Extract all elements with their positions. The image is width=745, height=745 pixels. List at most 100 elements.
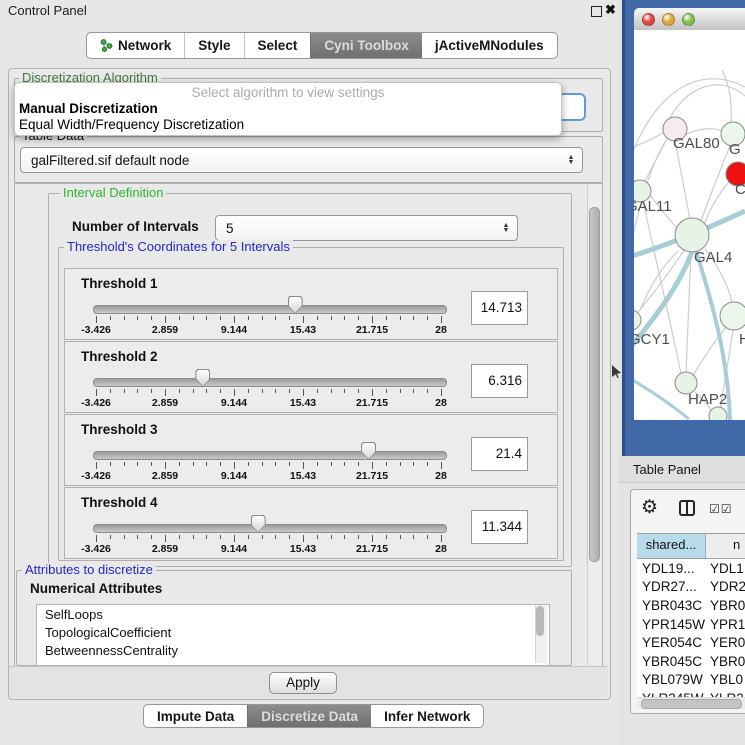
tab-label: Network (118, 38, 171, 53)
dropdown-option-manual-discretization[interactable]: Manual Discretization (15, 101, 561, 117)
table-row[interactable]: YBL079WYBL0 (637, 671, 745, 690)
table-row[interactable]: YDR27...YDR2 (637, 578, 745, 597)
tab-network[interactable]: Network (87, 33, 184, 58)
table-row[interactable]: YBR045CYBR0 (637, 652, 745, 671)
network-node-h[interactable] (720, 302, 745, 330)
stepper-arrows-icon[interactable]: ▲▼ (499, 223, 513, 233)
slider-tick (317, 316, 318, 320)
slider-tick (193, 316, 194, 320)
slider-tick (441, 535, 442, 542)
threshold-slider-track[interactable] (93, 524, 447, 533)
slider-tick (331, 462, 332, 466)
slider-tick (400, 316, 401, 320)
slider-tick (317, 535, 318, 539)
attribute-item-betweennesscentrality[interactable]: BetweennessCentrality (37, 641, 549, 659)
slider-tick (358, 389, 359, 393)
slider-tick-label: 9.144 (209, 397, 259, 409)
cell-name: YDR2 (706, 579, 745, 594)
table-row[interactable]: YER054CYER0 (637, 633, 745, 652)
tab-cyni-toolbox[interactable]: Cyni Toolbox (310, 33, 422, 58)
columns-icon[interactable] (679, 500, 695, 521)
threshold-slider-track[interactable] (93, 451, 447, 460)
checkboxes-icon[interactable]: ☑☑ (709, 502, 733, 516)
tab-select[interactable]: Select (244, 33, 311, 58)
mac-minimize-button[interactable] (662, 13, 675, 26)
numerical-attributes-heading: Numerical Attributes (30, 581, 162, 596)
stepper-arrows-icon[interactable]: ▲▼ (564, 155, 578, 165)
interval-definition-title: Interval Definition (60, 186, 166, 199)
mac-close-button[interactable] (642, 13, 655, 26)
table-header-name[interactable]: n (706, 534, 745, 558)
slider-tick (262, 389, 263, 393)
slider-tick-label: 28 (416, 397, 466, 409)
slider-tick (441, 389, 442, 396)
slider-tick (413, 462, 414, 466)
table-row[interactable]: YDL19...YDL1 (637, 559, 745, 578)
slider-tick (96, 316, 97, 323)
network-node-gal4[interactable] (675, 218, 709, 252)
table-header-row: shared... n (637, 533, 745, 559)
network-window-titlebar[interactable] (634, 8, 745, 31)
network-edge[interactable] (675, 141, 690, 219)
network-edge[interactable] (722, 70, 731, 123)
slider-tick (317, 389, 318, 393)
network-edge[interactable] (701, 146, 730, 221)
table-header-shared[interactable]: shared... (637, 534, 706, 558)
slider-tick (262, 462, 263, 466)
node-label-gal11: GAL11 (634, 198, 672, 215)
attributes-scrollbar-thumb[interactable] (536, 606, 544, 636)
bottom-tab-discretize-data[interactable]: Discretize Data (247, 705, 371, 727)
dropdown-option-equal-width-frequency[interactable]: Equal Width/Frequency Discretization (15, 117, 561, 133)
table-data-selected-value: galFiltered.sif default node (21, 153, 564, 168)
slider-tick (193, 389, 194, 393)
slider-tick (303, 316, 304, 323)
table-data-combobox[interactable]: galFiltered.sif default node ▲▼ (20, 147, 583, 173)
table-panel-title: Table Panel (633, 462, 701, 477)
network-edge[interactable] (669, 85, 745, 120)
threshold-value-field[interactable]: 6.316 (471, 364, 528, 398)
float-icon[interactable] (591, 6, 602, 17)
threshold-slider-track[interactable] (93, 305, 447, 314)
threshold-label: Threshold 4 (81, 495, 158, 510)
network-node[interactable] (709, 407, 727, 420)
bottom-tab-impute-data[interactable]: Impute Data (144, 705, 247, 727)
slider-tick (386, 316, 387, 320)
network-edge[interactable] (640, 251, 678, 310)
slider-tick-label: -3.426 (71, 470, 121, 482)
network-canvas[interactable]: GAL80GCGAL11GAL4GCY1HHAP2 (634, 30, 745, 420)
slider-tick (289, 316, 290, 320)
threshold-value-field[interactable]: 11.344 (471, 510, 528, 544)
numerical-attributes-list[interactable]: SelfLoopsTopologicalCoefficientBetweenne… (36, 604, 550, 666)
tab-jactivemnodules[interactable]: jActiveMNodules (422, 33, 557, 58)
top-tab-bar: Network StyleSelectCyni Toolbox jActiveMNo… (86, 32, 558, 59)
tab-label: jActiveMNodules (435, 38, 544, 53)
number-of-intervals-spinner[interactable]: 5 ▲▼ (215, 215, 518, 241)
attribute-item-selfloops[interactable]: SelfLoops (37, 605, 549, 623)
threshold-slider-track[interactable] (93, 378, 447, 387)
table-hscrollbar-thumb[interactable] (641, 699, 742, 709)
node-label-h: H (739, 331, 745, 348)
mac-zoom-button[interactable] (682, 13, 695, 26)
threshold-value-field[interactable]: 14.713 (471, 291, 528, 325)
network-edge[interactable] (705, 182, 729, 223)
slider-tick (193, 462, 194, 466)
settings-scrollbar-thumb[interactable] (589, 207, 600, 562)
slider-tick (165, 462, 166, 469)
table-row[interactable]: YLR345WYLR3 (637, 689, 745, 697)
network-node-gcy1[interactable] (634, 310, 641, 330)
gear-icon[interactable]: ⚙ (641, 496, 658, 519)
apply-button[interactable]: Apply (269, 672, 337, 694)
slider-tick (372, 316, 373, 323)
close-icon[interactable]: ✖ (605, 2, 616, 18)
slider-tick (110, 462, 111, 466)
dropdown-placeholder-option[interactable]: Select algorithm to view settings (15, 85, 561, 101)
slider-tick (137, 316, 138, 320)
network-edge[interactable] (634, 132, 664, 150)
table-row[interactable]: YPR145WYPR1 (637, 615, 745, 634)
attribute-item-topologicalcoefficient[interactable]: TopologicalCoefficient (37, 623, 549, 641)
tab-style[interactable]: Style (184, 33, 243, 58)
slider-tick (372, 462, 373, 469)
threshold-value-field[interactable]: 21.4 (471, 437, 528, 471)
bottom-tab-infer-network[interactable]: Infer Network (371, 705, 483, 727)
table-row[interactable]: YBR043CYBR0 (637, 596, 745, 615)
